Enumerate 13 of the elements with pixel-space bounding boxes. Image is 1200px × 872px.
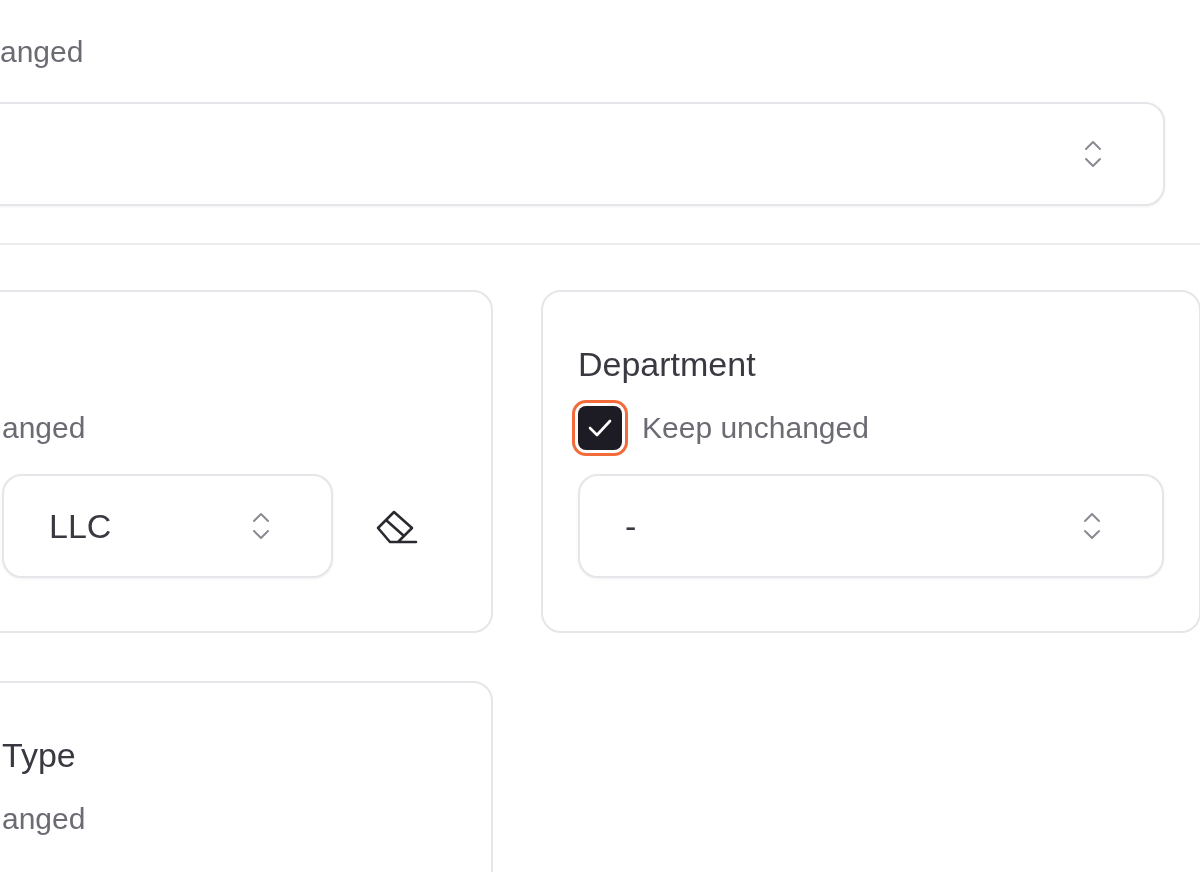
field-title: Type — [2, 735, 77, 775]
field-title: Department — [578, 344, 757, 384]
keep-unchanged-label: Keep unchanged — [642, 410, 869, 446]
chevron-up-down-icon — [1082, 511, 1102, 541]
select-field[interactable]: - — [578, 474, 1164, 578]
select-field[interactable] — [0, 102, 1165, 206]
keep-unchanged-label: anged — [0, 34, 84, 70]
check-icon — [587, 418, 613, 438]
select-field[interactable]: LLC — [2, 474, 333, 578]
keep-unchanged-label: anged — [2, 801, 86, 837]
keep-unchanged-label: anged — [2, 410, 86, 446]
chevron-up-down-icon — [251, 511, 271, 541]
chevron-up-down-icon — [1083, 139, 1103, 169]
